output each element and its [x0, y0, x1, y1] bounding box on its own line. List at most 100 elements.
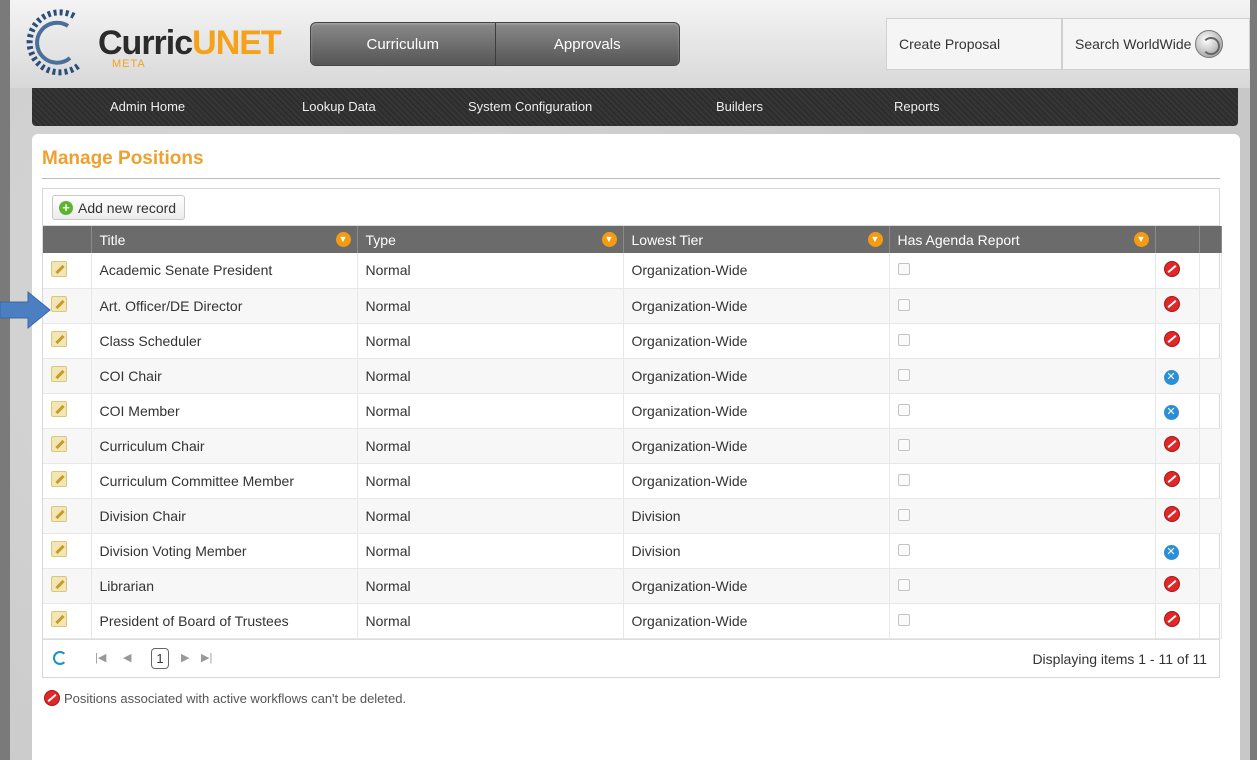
nav-lookup-data[interactable]: Lookup Data — [302, 99, 376, 114]
filter-icon[interactable]: ▼ — [867, 232, 883, 247]
first-page-icon[interactable]: |◀ — [95, 651, 106, 664]
agenda-checkbox[interactable] — [897, 543, 910, 556]
no-delete-icon — [1163, 506, 1180, 522]
type-cell: Normal — [357, 323, 624, 359]
nav-system-configuration[interactable]: System Configuration — [468, 99, 592, 114]
logo[interactable]: CurricUNET META — [24, 8, 282, 78]
table-row[interactable]: Division Chair Normal Division — [43, 498, 1222, 534]
page-title: Manage Positions — [42, 148, 204, 169]
search-worldwide-label: Search WorldWide — [1075, 36, 1192, 52]
agenda-checkbox[interactable] — [897, 438, 910, 451]
edit-icon[interactable] — [51, 576, 67, 592]
filter-icon[interactable]: ▼ — [601, 232, 617, 247]
title-cell: Curriculum Chair — [91, 428, 358, 464]
delete-cell: ✕ — [1155, 358, 1200, 394]
type-cell: Normal — [357, 358, 624, 394]
tier-cell: Organization-Wide — [623, 253, 890, 289]
header-scroll — [1199, 226, 1222, 253]
delete-icon[interactable]: ✕ — [1163, 404, 1179, 420]
type-cell: Normal — [357, 463, 624, 499]
delete-cell — [1155, 463, 1200, 499]
agenda-checkbox[interactable] — [897, 263, 910, 276]
nav-builders[interactable]: Builders — [716, 99, 763, 114]
scroll-cell — [1199, 533, 1222, 569]
table-row[interactable]: Academic Senate President Normal Organizat… — [43, 253, 1222, 289]
title-cell: COI Chair — [91, 358, 358, 394]
table-row[interactable]: Art. Officer/DE Director Normal Organizati… — [43, 288, 1222, 324]
header-lowest-tier[interactable]: Lowest Tier ▼ — [623, 226, 890, 253]
scroll-cell — [1199, 358, 1222, 394]
edit-icon[interactable] — [51, 401, 67, 417]
delete-icon[interactable]: ✕ — [1163, 369, 1179, 385]
table-row[interactable]: COI Member Normal Organization-Wide ✕ — [43, 393, 1222, 429]
content-panel: Manage Positions + Add new record Title ▼ — [32, 134, 1240, 760]
refresh-icon[interactable] — [53, 651, 67, 665]
table-row[interactable]: President of Board of Trustees Normal Orga… — [43, 603, 1222, 639]
agenda-cell — [889, 428, 1156, 464]
delete-icon[interactable]: ✕ — [1163, 544, 1179, 560]
page-number-button[interactable]: 1 — [151, 648, 169, 669]
edit-icon[interactable] — [51, 366, 67, 382]
tier-cell: Organization-Wide — [623, 323, 890, 359]
table-row[interactable]: Division Voting Member Normal Division ✕ — [43, 533, 1222, 569]
agenda-checkbox[interactable] — [897, 368, 910, 381]
agenda-checkbox[interactable] — [897, 508, 910, 521]
table-row[interactable]: Librarian Normal Organization-Wide — [43, 568, 1222, 604]
search-worldwide-button[interactable]: Search WorldWide — [1062, 18, 1250, 70]
agenda-checkbox[interactable] — [897, 333, 910, 346]
scroll-cell — [1199, 498, 1222, 534]
type-cell: Normal — [357, 428, 624, 464]
tab-curriculum[interactable]: Curriculum — [311, 23, 495, 65]
edit-icon[interactable] — [51, 331, 67, 347]
scroll-cell — [1199, 288, 1222, 324]
delete-cell — [1155, 568, 1200, 604]
agenda-checkbox[interactable] — [897, 613, 910, 626]
add-record-label: Add new record — [78, 199, 177, 216]
tab-approvals[interactable]: Approvals — [494, 23, 680, 65]
tier-cell: Division — [623, 498, 890, 534]
last-page-icon[interactable]: ▶| — [201, 651, 212, 664]
header-title[interactable]: Title ▼ — [91, 226, 358, 253]
scroll-cell — [1199, 323, 1222, 359]
tier-cell: Organization-Wide — [623, 288, 890, 324]
edit-icon[interactable] — [51, 471, 67, 487]
edit-cell — [43, 253, 92, 289]
agenda-checkbox[interactable] — [897, 473, 910, 486]
edit-icon[interactable] — [51, 541, 67, 557]
next-page-icon[interactable]: ▶ — [181, 651, 189, 664]
edit-icon[interactable] — [51, 506, 67, 522]
agenda-checkbox[interactable] — [897, 298, 910, 311]
agenda-checkbox[interactable] — [897, 578, 910, 591]
edit-icon[interactable] — [51, 260, 67, 277]
edit-icon[interactable] — [51, 611, 67, 627]
no-delete-icon — [1163, 296, 1180, 312]
agenda-cell — [889, 323, 1156, 359]
header-delete — [1155, 226, 1200, 253]
scroll-cell — [1199, 603, 1222, 639]
logo-icon — [26, 9, 80, 76]
delete-cell — [1155, 253, 1200, 289]
edit-icon[interactable] — [51, 296, 67, 312]
table-row[interactable]: COI Chair Normal Organization-Wide ✕ — [43, 358, 1222, 394]
filter-icon[interactable]: ▼ — [1133, 232, 1149, 247]
nav-admin-home[interactable]: Admin Home — [110, 99, 185, 114]
edit-cell — [43, 463, 92, 499]
agenda-cell — [889, 288, 1156, 324]
logo-subtitle: META — [112, 58, 146, 70]
header-has-agenda-report[interactable]: Has Agenda Report ▼ — [889, 226, 1156, 253]
table-row[interactable]: Curriculum Committee Member Normal Organiz… — [43, 463, 1222, 499]
table-row[interactable]: Curriculum Chair Normal Organization-Wide — [43, 428, 1222, 464]
add-record-button[interactable]: + Add new record — [52, 195, 186, 220]
agenda-cell — [889, 603, 1156, 639]
edit-cell — [43, 568, 92, 604]
nav-reports[interactable]: Reports — [894, 99, 940, 114]
table-row[interactable]: Class Scheduler Normal Organization-Wide — [43, 323, 1222, 359]
scroll-cell — [1199, 568, 1222, 604]
prev-page-icon[interactable]: ◀ — [123, 651, 131, 664]
edit-icon[interactable] — [51, 436, 67, 452]
filter-icon[interactable]: ▼ — [335, 232, 351, 247]
header-type[interactable]: Type ▼ — [357, 226, 624, 253]
delete-cell: ✕ — [1155, 533, 1200, 569]
create-proposal-button[interactable]: Create Proposal — [886, 18, 1062, 70]
agenda-checkbox[interactable] — [897, 403, 910, 416]
